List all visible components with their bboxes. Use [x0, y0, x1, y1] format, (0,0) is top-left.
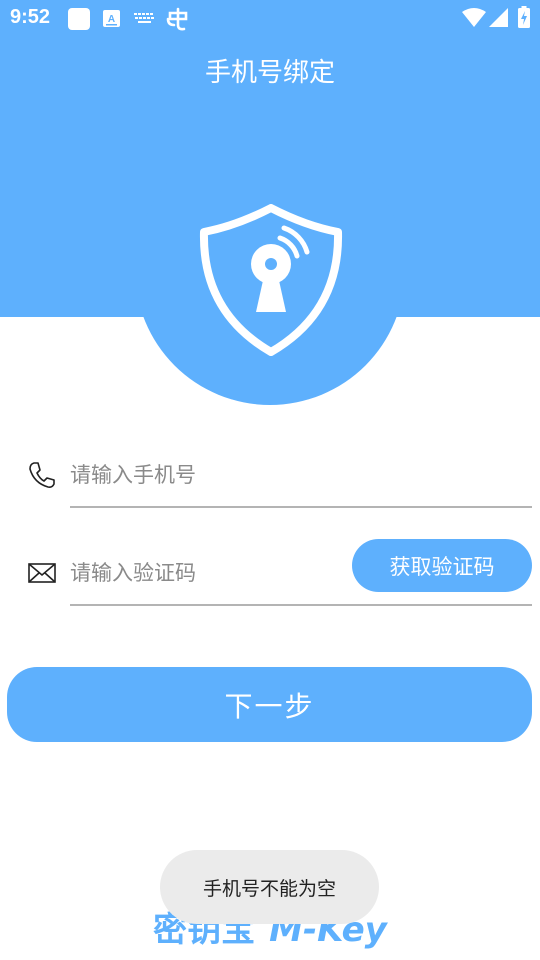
phone-icon: [29, 462, 55, 488]
app-square-icon: [68, 8, 90, 30]
keyboard-icon: [134, 13, 154, 23]
font-a-icon: A: [103, 10, 120, 27]
phone-input[interactable]: [70, 447, 530, 503]
next-button[interactable]: 下一步: [7, 667, 532, 742]
wifi-icon: [462, 8, 486, 27]
battery-charging-icon: [518, 6, 530, 28]
status-bar: 9:52 A: [0, 0, 540, 38]
toast-text: 手机号不能为空: [202, 877, 336, 900]
svg-text:A: A: [108, 14, 115, 25]
phone-field-row: [0, 447, 540, 508]
phone-divider: [70, 506, 532, 508]
status-time: 9:52: [10, 6, 51, 28]
cellular-signal-icon: [489, 8, 508, 27]
page-title: 手机号绑定: [204, 58, 335, 88]
code-input[interactable]: [70, 545, 340, 601]
mail-icon: [28, 563, 56, 583]
code-divider: [70, 604, 532, 606]
bug-icon: [166, 7, 188, 31]
shield-keyhole-signal-icon: [199, 204, 343, 356]
toast-message: 手机号不能为空: [160, 850, 379, 924]
get-code-button[interactable]: 获取验证码: [352, 539, 532, 592]
